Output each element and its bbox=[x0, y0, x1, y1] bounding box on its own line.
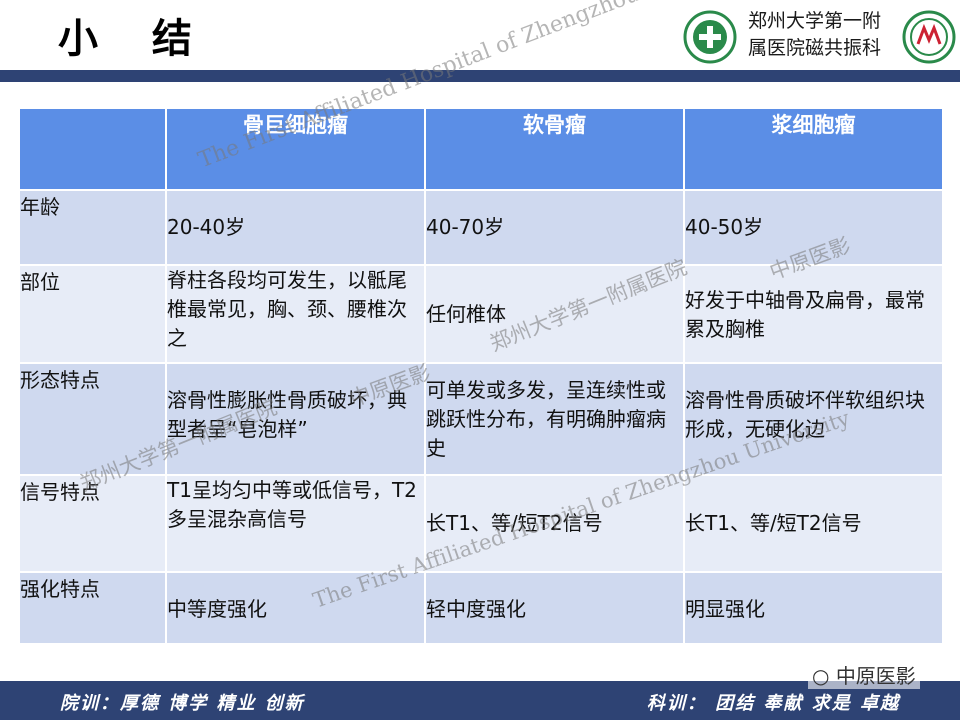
department-logo-icon bbox=[902, 10, 956, 64]
table-row: 强化特点 中等度强化 轻中度强化 明显强化 bbox=[18, 571, 944, 645]
wechat-icon: ○ bbox=[812, 664, 830, 688]
footer-motto-right: 科训： 团结 奉献 求是 卓越 bbox=[646, 693, 900, 714]
table-cell: 溶骨性膨胀性骨质破坏，典型者呈“皂泡样” bbox=[165, 362, 426, 476]
wechat-badge: ○ 中原医影 bbox=[808, 660, 920, 689]
table-cell: 溶骨性骨质破坏伴软组织块形成，无硬化边 bbox=[683, 362, 944, 476]
table-cell: 明显强化 bbox=[683, 571, 944, 645]
table-row: 部位 脊柱各段均可发生，以骶尾椎最常见，胸、颈、腰椎次之 任何椎体 好发于中轴骨… bbox=[18, 264, 944, 364]
table-cell: 任何椎体 bbox=[424, 264, 685, 364]
row-label: 形态特点 bbox=[18, 362, 167, 476]
footer-motto-left: 院训：厚德 博学 精业 创新 bbox=[60, 693, 305, 714]
row-label: 年龄 bbox=[18, 189, 167, 266]
table-cell: 40-70岁 bbox=[424, 189, 685, 266]
table-row: 年龄 20-40岁 40-70岁 40-50岁 bbox=[18, 189, 944, 266]
header-cell: 骨巨细胞瘤 bbox=[165, 107, 426, 191]
header-bar bbox=[0, 70, 960, 82]
table-cell: T1呈均匀中等或低信号，T2多呈混杂高信号 bbox=[165, 474, 426, 573]
table-cell: 脊柱各段均可发生，以骶尾椎最常见，胸、颈、腰椎次之 bbox=[165, 264, 426, 364]
table-cell: 40-50岁 bbox=[683, 189, 944, 266]
table-cell: 20-40岁 bbox=[165, 189, 426, 266]
summary-table: 骨巨细胞瘤 软骨瘤 浆细胞瘤 年龄 20-40岁 40-70岁 40-50岁 部… bbox=[18, 107, 944, 645]
row-label: 部位 bbox=[18, 264, 167, 364]
header-cell: 浆细胞瘤 bbox=[683, 107, 944, 191]
table-cell: 长T1、等/短T2信号 bbox=[424, 474, 685, 573]
header-cell: 软骨瘤 bbox=[424, 107, 685, 191]
table-cell: 可单发或多发，呈连续性或跳跃性分布，有明确肿瘤病史 bbox=[424, 362, 685, 476]
header-cell bbox=[18, 107, 167, 191]
table-header-row: 骨巨细胞瘤 软骨瘤 浆细胞瘤 bbox=[18, 107, 944, 191]
table-cell: 轻中度强化 bbox=[424, 571, 685, 645]
table-cell: 中等度强化 bbox=[165, 571, 426, 645]
table-row: 信号特点 T1呈均匀中等或低信号，T2多呈混杂高信号 长T1、等/短T2信号 长… bbox=[18, 474, 944, 573]
row-label: 信号特点 bbox=[18, 474, 167, 573]
row-label: 强化特点 bbox=[18, 571, 167, 645]
hospital-name: 郑州大学第一附 属医院磁共振科 bbox=[748, 10, 882, 59]
table-row: 形态特点 溶骨性膨胀性骨质破坏，典型者呈“皂泡样” 可单发或多发，呈连续性或跳跃… bbox=[18, 362, 944, 476]
table-cell: 好发于中轴骨及扁骨，最常累及胸椎 bbox=[683, 264, 944, 364]
wechat-label: 中原医影 bbox=[835, 664, 916, 688]
page-title: 小 结 bbox=[58, 16, 212, 62]
hospital-logo-icon bbox=[683, 10, 737, 64]
table-cell: 长T1、等/短T2信号 bbox=[683, 474, 944, 573]
